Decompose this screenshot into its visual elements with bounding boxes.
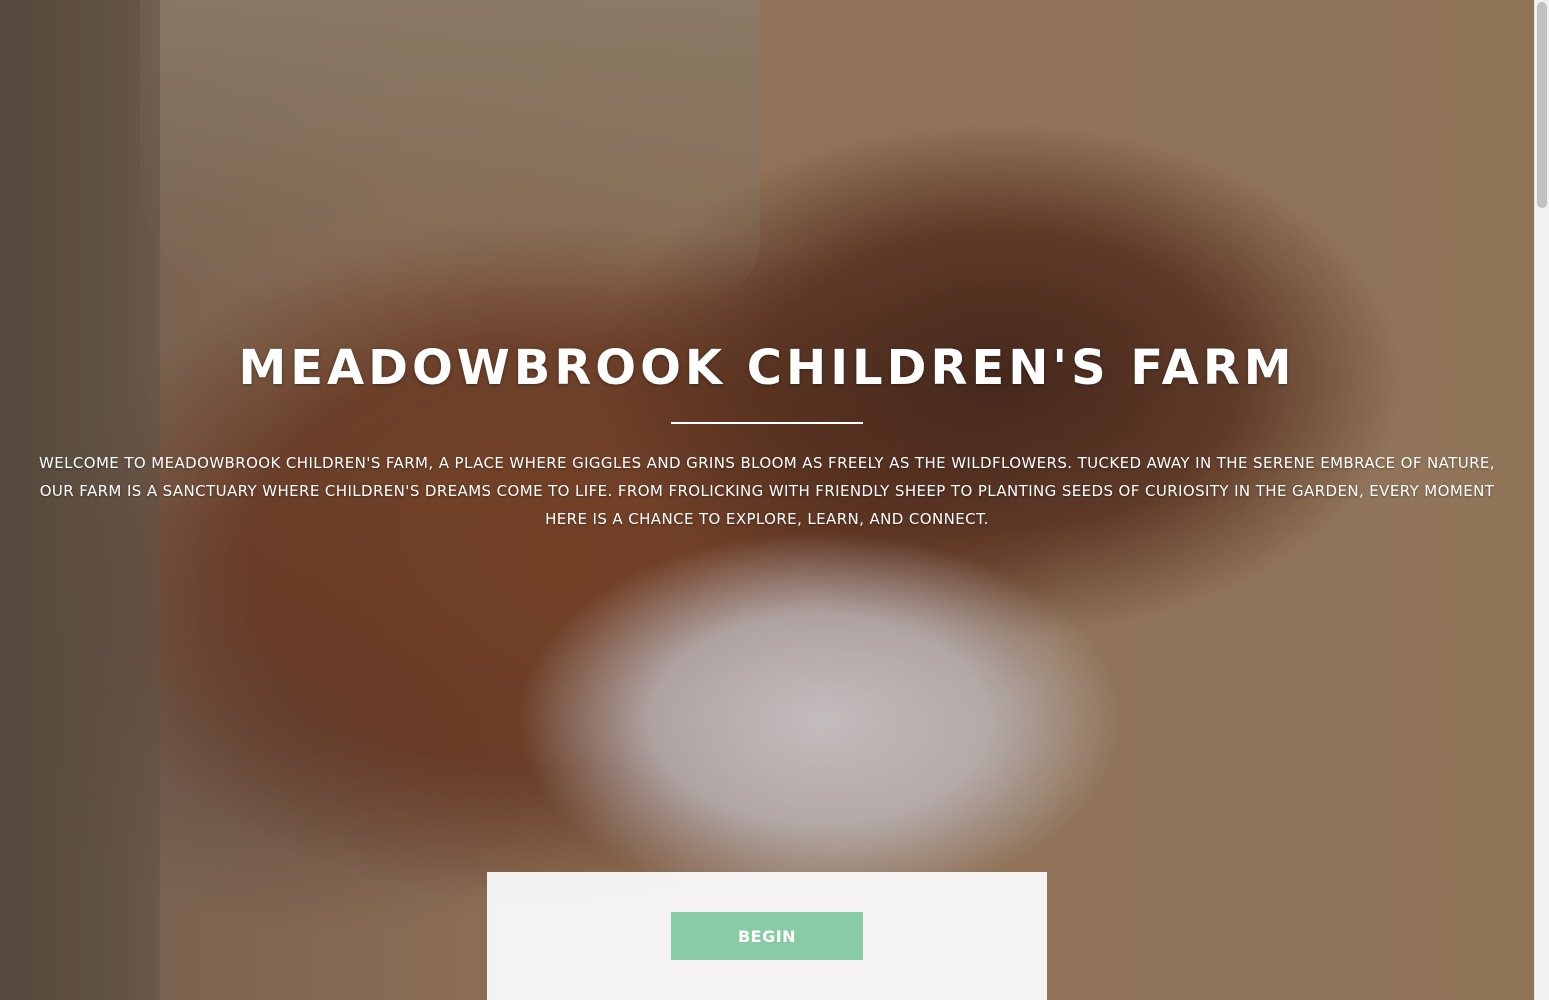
begin-button[interactable]: BEGIN bbox=[671, 912, 863, 960]
intro-paragraph: WELCOME TO MEADOWBROOK CHILDREN'S FARM, … bbox=[39, 454, 1495, 528]
scrollbar-thumb[interactable] bbox=[1537, 2, 1547, 208]
landing-page: MEADOWBROOK CHILDREN'S FARM WELCOME TO M… bbox=[0, 0, 1549, 1000]
site-title: MEADOWBROOK CHILDREN'S FARM bbox=[238, 340, 1296, 396]
hero-section: MEADOWBROOK CHILDREN'S FARM WELCOME TO M… bbox=[0, 0, 1534, 1000]
page-scrollbar[interactable] bbox=[1534, 0, 1549, 1000]
title-divider bbox=[671, 422, 863, 424]
